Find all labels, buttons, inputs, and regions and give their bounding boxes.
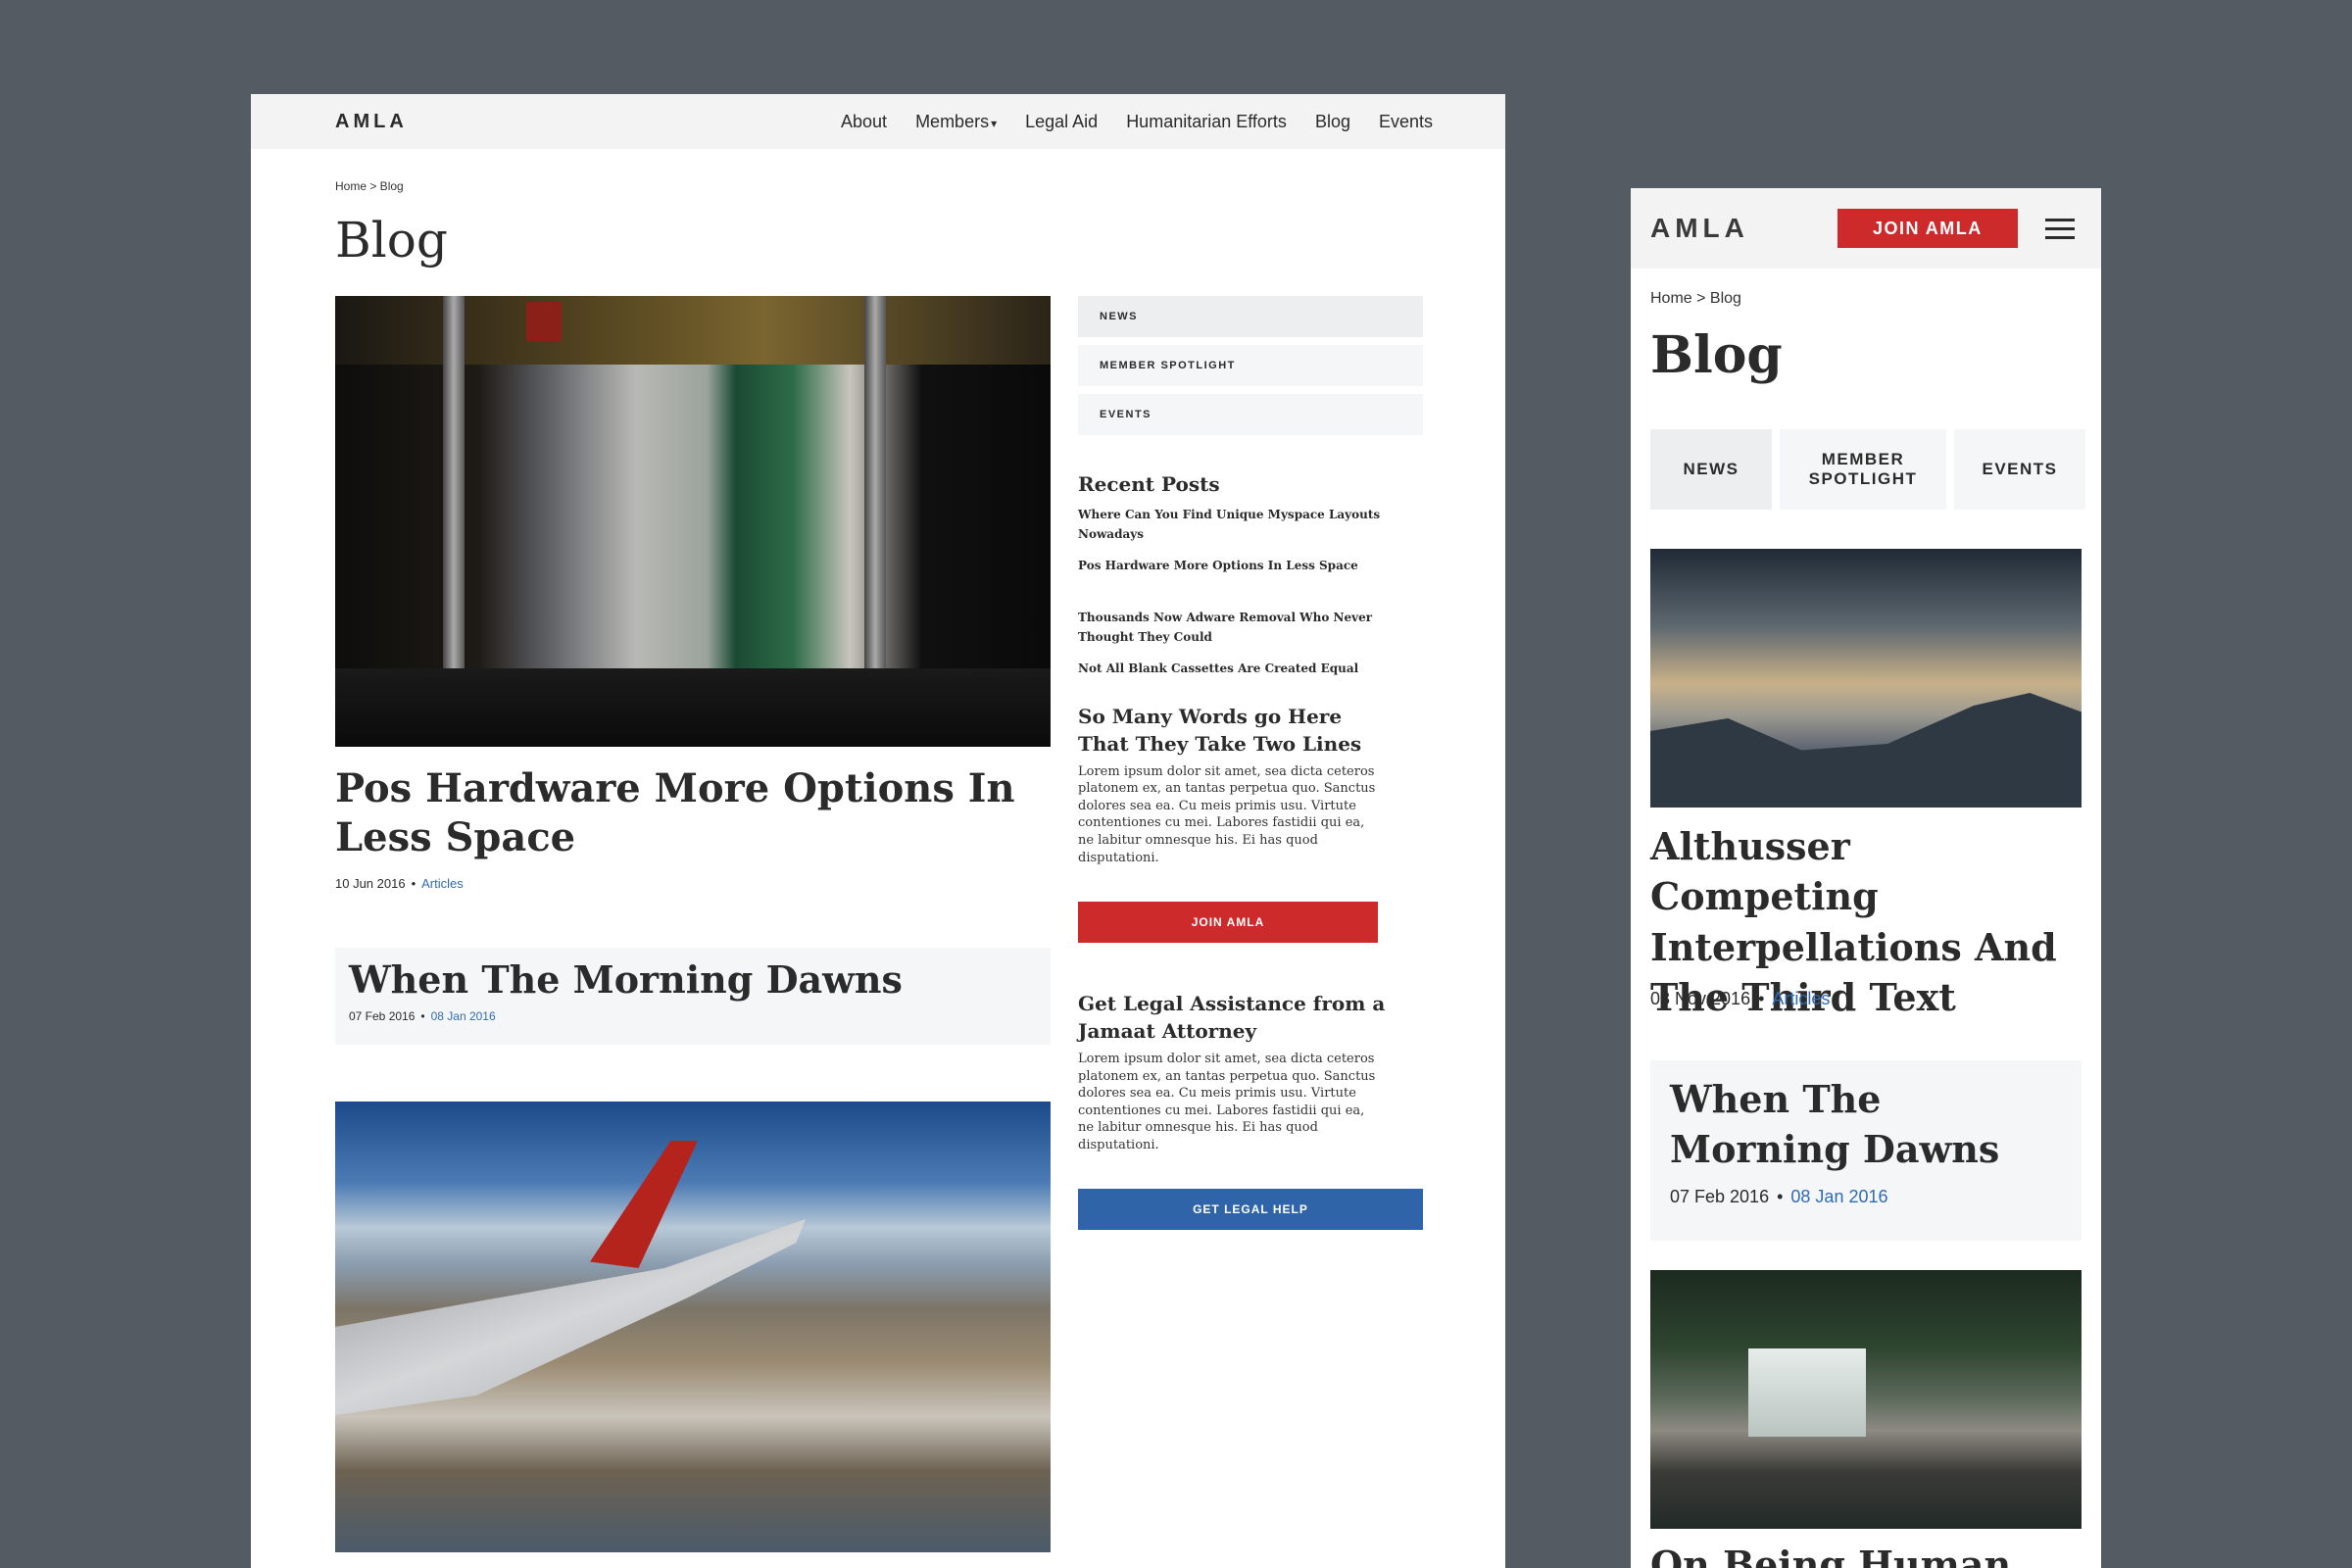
post-image-waterfall[interactable]	[1650, 1270, 2082, 1529]
post-title[interactable]: When The Morning Dawns	[349, 957, 1037, 1002]
nav-item-blog[interactable]: Blog	[1315, 112, 1350, 132]
image-detail	[335, 668, 1051, 747]
nav-item-members[interactable]: Members ▾	[915, 112, 997, 132]
meta-separator: •	[411, 876, 416, 891]
post-image-mountain-silhouette[interactable]	[1650, 549, 2082, 808]
category-news[interactable]: NEWS	[1078, 296, 1423, 337]
post-image-airplane-wing[interactable]	[335, 1102, 1051, 1552]
post-meta: 10 Jun 2016 • Articles	[335, 876, 1051, 891]
nav-item-events[interactable]: Events	[1379, 112, 1433, 132]
recent-posts-heading: Recent Posts	[1078, 472, 1220, 496]
image-detail	[335, 1219, 806, 1415]
recent-post-link[interactable]: Not All Blank Cassettes Are Created Equa…	[1078, 660, 1392, 679]
post-meta: 03 Nov 2016 • Articles	[1650, 989, 1830, 1009]
post-category-link[interactable]: Articles	[421, 876, 464, 891]
image-detail	[590, 1141, 698, 1268]
tab-events[interactable]: EVENTS	[1954, 429, 2085, 510]
post-title[interactable]: On Being Human	[1650, 1543, 2011, 1568]
sidebar: NEWS MEMBER SPOTLIGHT EVENTS Recent Post…	[1078, 296, 1423, 1231]
recent-post-link[interactable]: Pos Hardware More Options In Less Space	[1078, 557, 1392, 576]
post-date: 07 Feb 2016	[1670, 1186, 1770, 1206]
join-amla-button[interactable]: JOIN AMLA	[1078, 902, 1378, 944]
breadcrumb[interactable]: Home > Blog	[335, 179, 404, 193]
post-date: 07 Feb 2016	[349, 1009, 416, 1023]
tab-member-spotlight[interactable]: MEMBER SPOTLIGHT	[1780, 429, 1946, 510]
post-list: Pos Hardware More Options In Less Space …	[335, 296, 1051, 1552]
post-meta: 07 Feb 2016 • 08 Jan 2016	[1670, 1187, 2062, 1207]
post-category-link[interactable]: 08 Jan 2016	[431, 1009, 496, 1023]
top-nav: AMLA About Members ▾ Legal Aid Humanitari…	[251, 94, 1505, 149]
image-detail	[1748, 1348, 1866, 1437]
nav-item-legal-aid[interactable]: Legal Aid	[1025, 112, 1098, 132]
nav-item-about[interactable]: About	[841, 112, 887, 132]
post-date: 03 Nov 2016	[1650, 989, 1751, 1008]
page-title: Blog	[1650, 325, 1783, 385]
post-title[interactable]: When The Morning Dawns	[1670, 1074, 2062, 1175]
post-category-link[interactable]: 08 Jan 2016	[1790, 1187, 1887, 1206]
site-logo[interactable]: AMLA	[1650, 213, 1749, 244]
post-category-link[interactable]: Articles	[1772, 989, 1830, 1008]
recent-post-link[interactable]: Thousands Now Adware Removal Who Never T…	[1078, 609, 1392, 648]
legal-body: Lorem ipsum dolor sit amet, sea dicta ce…	[1078, 1052, 1376, 1152]
image-detail	[526, 302, 562, 341]
legal-heading: Get Legal Assistance from a Jamaat Attor…	[1078, 992, 1386, 1044]
page-title: Blog	[335, 212, 448, 269]
image-detail	[1650, 693, 2082, 808]
mobile-mockup: AMLA JOIN AMLA Home > Blog Blog NEWS MEM…	[1631, 188, 2101, 1568]
post-title[interactable]: Pos Hardware More Options In Less Space	[335, 764, 1051, 862]
recent-post-link[interactable]: Where Can You Find Unique Myspace Layout…	[1078, 506, 1392, 545]
post-image-bus-interior[interactable]	[335, 296, 1051, 747]
desktop-mockup: AMLA About Members ▾ Legal Aid Humanitari…	[251, 94, 1505, 1568]
chevron-down-icon: ▾	[991, 116, 998, 130]
meta-separator: •	[1758, 989, 1765, 1008]
category-tabs: NEWS MEMBER SPOTLIGHT EVENTS	[1650, 429, 2085, 510]
recent-posts-list: Where Can You Find Unique Myspace Layout…	[1078, 506, 1423, 679]
category-member-spotlight[interactable]: MEMBER SPOTLIGHT	[1078, 345, 1423, 386]
get-legal-help-button[interactable]: GET LEGAL HELP	[1078, 1189, 1423, 1231]
widget-body: Lorem ipsum dolor sit amet, sea dicta ce…	[1078, 763, 1376, 865]
breadcrumb[interactable]: Home > Blog	[1650, 290, 1741, 308]
join-amla-button[interactable]: JOIN AMLA	[1837, 209, 2018, 248]
nav-menu: About Members ▾ Legal Aid Humanitarian Ef…	[841, 112, 1433, 132]
site-logo[interactable]: AMLA	[335, 111, 408, 133]
post-meta: 07 Feb 2016 • 08 Jan 2016	[349, 1009, 1037, 1023]
mobile-top-nav: AMLA JOIN AMLA	[1631, 188, 2101, 269]
tab-news[interactable]: NEWS	[1650, 429, 1772, 510]
nav-item-humanitarian[interactable]: Humanitarian Efforts	[1126, 112, 1287, 132]
meta-separator: •	[420, 1009, 425, 1023]
widget-heading: So Many Words go Here That They Take Two…	[1078, 704, 1362, 756]
meta-separator: •	[1777, 1186, 1784, 1206]
nav-item-members-label: Members	[915, 111, 990, 131]
post-date: 10 Jun 2016	[335, 876, 406, 891]
featured-post[interactable]: When The Morning Dawns 07 Feb 2016 • 08 Ja…	[1650, 1060, 2082, 1241]
featured-post[interactable]: When The Morning Dawns 07 Feb 2016 • 08 Ja…	[335, 948, 1051, 1045]
hamburger-menu-icon[interactable]	[2044, 213, 2075, 245]
category-events[interactable]: EVENTS	[1078, 394, 1423, 435]
